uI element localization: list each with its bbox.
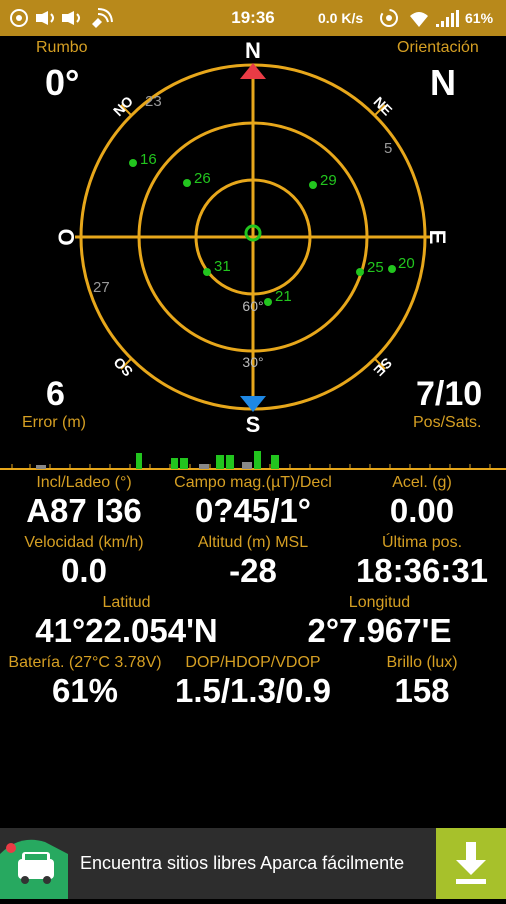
satellite-label: 25 xyxy=(367,259,384,276)
satellite: 25 xyxy=(356,259,384,276)
cardinal-n: N xyxy=(245,38,261,63)
satellite-dot xyxy=(203,268,211,276)
hotspot-icon xyxy=(380,9,398,27)
error-value: 6 xyxy=(46,375,65,413)
latitude-label: Latitud xyxy=(102,594,151,611)
cardinal-s: S xyxy=(246,412,261,437)
signal-strength-bars xyxy=(0,451,506,470)
net-speed: 0.0 K/s xyxy=(318,10,364,26)
satellite: 20 xyxy=(388,255,415,273)
accel-value: 0.00 xyxy=(389,492,455,529)
pos-sats-label: Pos/Sats. xyxy=(413,414,482,431)
last-pos-value: 18:36:31 xyxy=(355,552,489,589)
system-icons xyxy=(380,9,459,27)
snr-bar xyxy=(216,455,224,469)
satellite-label: 20 xyxy=(398,255,415,272)
brightness-label: Brillo (lux) xyxy=(386,654,458,671)
snr-bar xyxy=(254,451,261,469)
magfield-label: Campo mag.(µT)/Decl xyxy=(174,474,332,491)
error-label: Error (m) xyxy=(22,414,86,431)
accel-label: Acel. (g) xyxy=(392,474,452,491)
snr-bar xyxy=(271,455,279,469)
tilt-label: Incl/Ladeo (°) xyxy=(36,474,132,491)
tilt-value: A87 I36 xyxy=(26,492,142,529)
satellite: 29 xyxy=(309,172,337,189)
dop-label: DOP/HDOP/VDOP xyxy=(185,654,321,671)
latitude-value: 41°22.054'N xyxy=(35,612,218,649)
satellite-label: 5 xyxy=(384,140,392,157)
ad-text[interactable]: Encuentra sitios libres Aparca fácilment… xyxy=(80,853,404,874)
elevation-label-60: 60° xyxy=(242,298,263,314)
longitude-label: Longitud xyxy=(348,594,411,611)
speed-label: Velocidad (km/h) xyxy=(24,534,144,551)
cardinal-o: O xyxy=(54,228,79,245)
satellite-dot xyxy=(309,181,317,189)
signal-icon xyxy=(436,10,459,27)
satellite-label: 23 xyxy=(145,93,162,110)
dop-value: 1.5/1.3/0.9 xyxy=(175,672,331,709)
satellite: 5 xyxy=(384,140,392,157)
download-icon[interactable] xyxy=(436,828,506,899)
battery-level: 61% xyxy=(465,10,494,26)
car-logo-icon[interactable] xyxy=(0,834,68,899)
snr-bar xyxy=(226,455,234,469)
satellite: 31 xyxy=(203,258,231,276)
altitude-label: Altitud (m) MSL xyxy=(197,534,309,551)
satellite: 16 xyxy=(129,151,157,168)
snr-bar xyxy=(180,458,188,469)
satellite-dot xyxy=(183,179,191,187)
satellite: 27 xyxy=(93,279,110,296)
ad-download-button[interactable] xyxy=(436,828,506,899)
status-bar: 19:36 0.0 K/s 61% xyxy=(0,0,506,36)
satellite-label: 27 xyxy=(93,279,110,296)
last-pos-label: Última pos. xyxy=(381,534,463,551)
satellite-label: 26 xyxy=(194,170,211,187)
info-panel: Incl/Ladeo (°) A87 I36 Campo mag.(µT)/De… xyxy=(0,474,506,824)
ad-banner[interactable]: Encuentra sitios libres Aparca fácilment… xyxy=(0,828,506,899)
satellite-dot xyxy=(388,265,396,273)
longitude-value: 2°7.967'E xyxy=(307,612,452,649)
satellite-label: 16 xyxy=(140,151,157,168)
elevation-label-30: 30° xyxy=(242,354,263,370)
pos-sats-value: 7/10 xyxy=(416,375,483,413)
battery-label: Batería. (27°C 3.78V) xyxy=(8,654,162,671)
satellite: 26 xyxy=(183,170,211,187)
snr-bar xyxy=(171,458,178,469)
battery-value: 61% xyxy=(51,672,119,709)
snr-bar xyxy=(199,464,209,469)
satellite-dot xyxy=(264,298,272,306)
satellite-label: 29 xyxy=(320,172,337,189)
magfield-value: 0?45/1° xyxy=(195,492,311,529)
satellite-label: 31 xyxy=(214,258,231,275)
snr-bar xyxy=(36,465,46,469)
satellite-dot xyxy=(129,159,137,167)
satellite: 23 xyxy=(145,93,162,110)
wifi-icon xyxy=(410,12,428,27)
snr-bar xyxy=(242,462,252,469)
satellite-label: 21 xyxy=(275,288,292,305)
altitude-value: -28 xyxy=(229,552,277,589)
brightness-value: 158 xyxy=(394,672,450,709)
speed-value: 0.0 xyxy=(61,552,107,589)
satellite-dot xyxy=(356,268,364,276)
cardinal-e: E xyxy=(425,230,450,245)
snr-bar xyxy=(136,453,142,469)
